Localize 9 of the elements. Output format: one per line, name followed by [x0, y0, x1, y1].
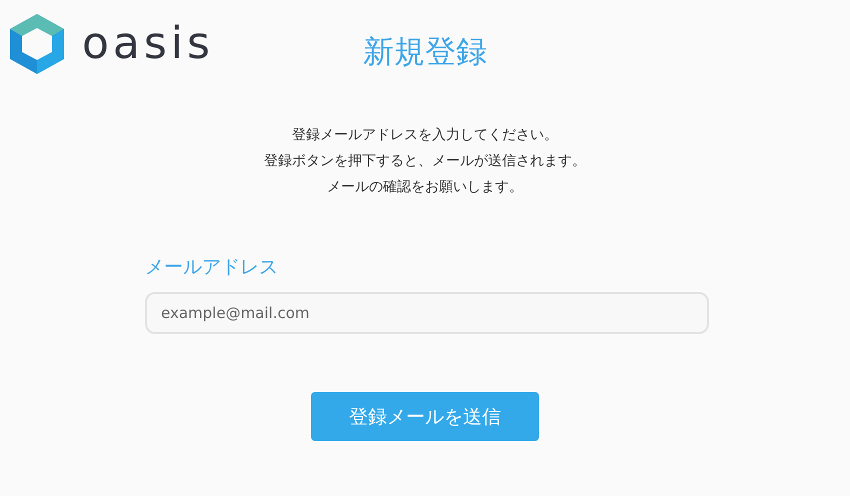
instruction-text: メールの確認をお願いします。	[326, 178, 524, 197]
submit-button[interactable]: 登録メールを送信	[311, 392, 539, 441]
email-label: メールアドレス	[145, 255, 278, 280]
page-title: 新規登録	[363, 33, 487, 72]
instruction-text: 登録メールアドレスを入力してください。	[291, 126, 559, 145]
hexagon-logo-icon	[8, 12, 66, 76]
logo-text: oasis	[82, 22, 214, 66]
email-field[interactable]: example@mail.com	[145, 292, 709, 334]
instruction-text: 登録ボタンを押下すると、メールが送信されます。	[263, 152, 587, 171]
